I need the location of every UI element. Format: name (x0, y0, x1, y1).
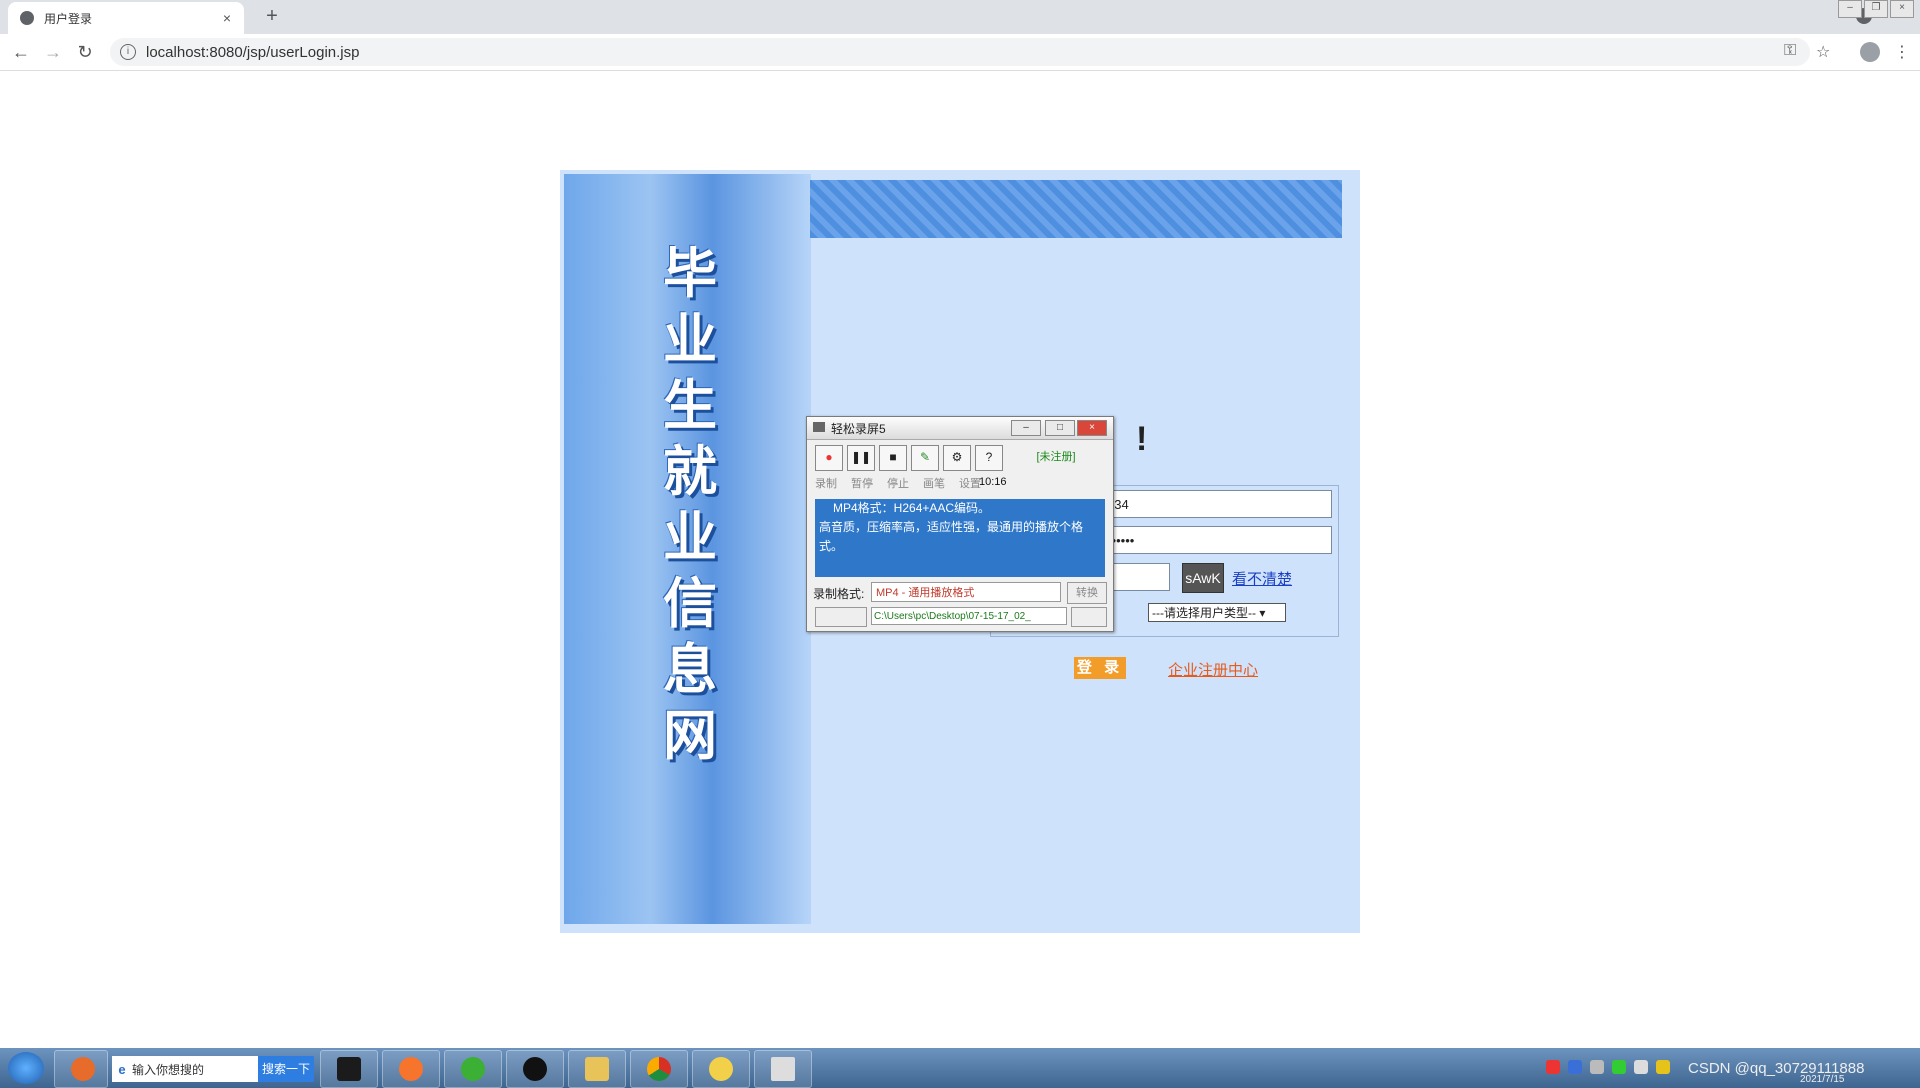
address-bar[interactable]: i localhost:8080/jsp/userLogin.jsp (110, 38, 1810, 66)
login-button[interactable]: 登 录 (1074, 657, 1126, 679)
settings-button[interactable]: ⚙ (943, 445, 971, 471)
intellij-icon (337, 1057, 361, 1081)
bookmark-star-icon[interactable]: ☆ (1816, 42, 1830, 62)
close-tab-icon[interactable]: × (218, 10, 236, 26)
sogou-icon[interactable] (1546, 1060, 1560, 1074)
folder-explorer-icon (585, 1057, 609, 1081)
globe-icon (20, 11, 34, 25)
taskbar-app-photos[interactable] (54, 1050, 108, 1088)
captcha-refresh-link[interactable]: 看不清楚 (1232, 568, 1292, 589)
tab-title: 用户登录 (44, 11, 93, 26)
minimize-button[interactable]: – (1838, 0, 1862, 18)
forward-icon[interactable]: → (42, 42, 64, 63)
pause-button[interactable]: ❚❚ (847, 445, 875, 471)
format-label: 录制格式: (813, 587, 865, 601)
player-icon (523, 1057, 547, 1081)
system-tray (1546, 1060, 1670, 1074)
format-info-line2: 高音质，压缩率高，适应性强，最通用的播放个格式。 (819, 520, 1084, 553)
format-info-line1: MP4格式：H264+AAC编码。 (833, 501, 991, 515)
reload-icon[interactable]: ↻ (74, 42, 96, 63)
photos-icon (71, 1057, 95, 1081)
recording-timer: 10:16 (979, 476, 1007, 488)
taskbar-search-placeholder: 输入你想搜的 (132, 1062, 205, 1077)
user-type-placeholder: ---请选择用户类型-- (1152, 606, 1256, 620)
save-path-field[interactable]: C:\Users\pc\Desktop\07-15-17_02_ (871, 607, 1067, 625)
screen-recorder-window: 轻松录屏5 – □ × ● ❚❚ ■ ✎ ⚙ ? [未注册] 录制 暂停 停止 … (806, 416, 1114, 632)
taskbar-app-recorder[interactable] (754, 1050, 812, 1088)
restore-button[interactable]: ❐ (1864, 0, 1888, 18)
key-icon[interactable]: ⚿ (1784, 42, 1796, 60)
firefox-icon (399, 1057, 423, 1081)
convert-button[interactable]: 转换 (1067, 582, 1107, 604)
back-icon[interactable]: ← (10, 42, 32, 63)
folder-icon[interactable] (1071, 607, 1107, 627)
browser-tab-strip: 用户登录 × + – ❐ × (0, 0, 1920, 34)
taskbar-search-input[interactable]: e 输入你想搜的 (112, 1056, 258, 1082)
format-info-box: MP4格式：H264+AAC编码。 高音质，压缩率高，适应性强，最通用的播放个格… (815, 499, 1105, 577)
recorder-close-button[interactable]: × (1077, 420, 1107, 436)
taskbar-app-notes[interactable] (692, 1050, 750, 1088)
help-button[interactable]: ? (975, 445, 1003, 471)
windows-taskbar: e 输入你想搜的 搜索一下 CSDN @qq_30729111888 2021/… (0, 1048, 1920, 1088)
record-label: 录制 (815, 478, 837, 490)
register-link[interactable]: 企业注册中心 (1168, 659, 1258, 680)
recorder-taskbar-icon (771, 1057, 795, 1081)
chrome-icon (647, 1057, 671, 1081)
taskbar-app-player[interactable] (506, 1050, 564, 1088)
password-input[interactable]: •••••• (1100, 526, 1332, 554)
user-type-select[interactable]: ---请选择用户类型-- ▾ (1148, 603, 1286, 622)
format-select[interactable]: MP4 - 通用播放格式 (871, 582, 1061, 602)
unregistered-label: [未注册] (1036, 451, 1076, 463)
network-icon[interactable] (1656, 1060, 1670, 1074)
recorder-titlebar[interactable]: 轻松录屏5 – □ × (807, 417, 1113, 440)
username-input[interactable]: 234 (1100, 490, 1332, 518)
taskbar-app-chrome[interactable] (630, 1050, 688, 1088)
save-icon[interactable] (815, 607, 867, 627)
pen-button[interactable]: ✎ (911, 445, 939, 471)
exclamation-mark: ! (1136, 420, 1148, 458)
pen-label: 画笔 (923, 478, 945, 490)
battery-icon[interactable] (1612, 1060, 1626, 1074)
window-controls: – ❐ × (1836, 0, 1914, 18)
settings-label: 设置 (959, 478, 981, 490)
taskbar-date: 2021/7/15 (1800, 1074, 1845, 1085)
stop-label: 停止 (887, 478, 909, 490)
pause-label: 暂停 (851, 478, 873, 490)
wechat-icon (461, 1057, 485, 1081)
recorder-maximize-button[interactable]: □ (1045, 420, 1075, 436)
menu-icon[interactable]: ⋮ (1894, 42, 1910, 62)
close-window-button[interactable]: × (1890, 0, 1914, 18)
taskbar-search-button[interactable]: 搜索一下 (258, 1056, 314, 1082)
site-info-icon[interactable]: i (120, 44, 136, 60)
mic-icon[interactable] (1590, 1060, 1604, 1074)
decorative-top-band (810, 180, 1342, 238)
browser-toolbar: ← → ↻ i localhost:8080/jsp/userLogin.jsp… (0, 34, 1920, 71)
notes-icon (709, 1057, 733, 1081)
recorder-title: 轻松录屏5 (831, 422, 886, 436)
ie-icon: e (118, 1061, 126, 1077)
captcha-image[interactable]: sAwK (1182, 563, 1224, 593)
url-text: localhost:8080/jsp/userLogin.jsp (146, 43, 360, 61)
record-button[interactable]: ● (815, 445, 843, 471)
stop-button[interactable]: ■ (879, 445, 907, 471)
tab-user-login[interactable]: 用户登录 × (8, 2, 244, 34)
recorder-button-labels: 录制 暂停 停止 画笔 设置 (815, 475, 981, 491)
help-tray-icon[interactable] (1568, 1060, 1582, 1074)
format-value: MP4 - 通用播放格式 (876, 587, 975, 599)
taskbar-app-explorer[interactable] (568, 1050, 626, 1088)
show-hidden-icon[interactable] (1634, 1060, 1648, 1074)
new-tab-button[interactable]: + (260, 4, 284, 28)
recorder-minimize-button[interactable]: – (1011, 420, 1041, 436)
start-button[interactable] (8, 1052, 44, 1084)
site-title: 毕业生就业信息网 (663, 241, 717, 767)
taskbar-app-wechat[interactable] (444, 1050, 502, 1088)
taskbar-app-firefox[interactable] (382, 1050, 440, 1088)
profile-icon[interactable] (1860, 42, 1880, 62)
recorder-app-icon (813, 422, 825, 432)
taskbar-app-intellij[interactable] (320, 1050, 378, 1088)
